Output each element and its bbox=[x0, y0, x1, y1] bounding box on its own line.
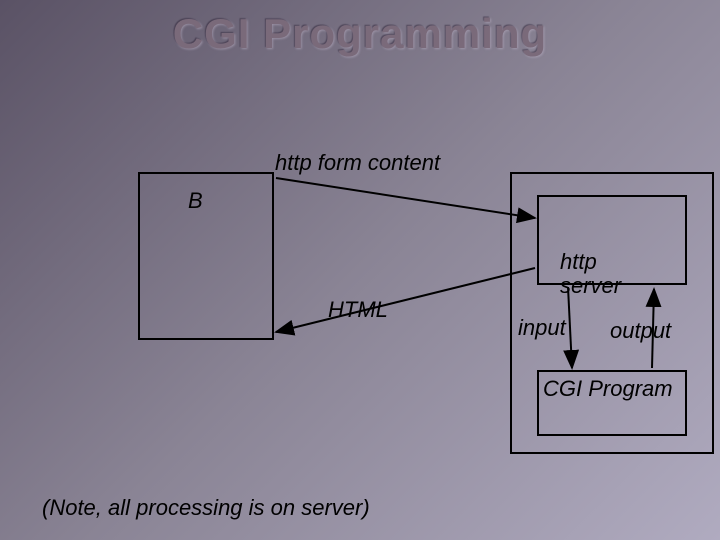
label-cgi-program: CGI Program bbox=[543, 376, 673, 402]
browser-box bbox=[138, 172, 274, 340]
label-browser: B bbox=[188, 188, 203, 214]
label-html: HTML bbox=[328, 297, 388, 323]
footer-note: (Note, all processing is on server) bbox=[42, 495, 370, 521]
label-http-server: http server bbox=[560, 250, 621, 298]
arrow-html bbox=[276, 268, 535, 332]
label-http-form-content: http form content bbox=[275, 150, 440, 176]
label-output: output bbox=[610, 318, 671, 344]
slide-title: CGI Programming bbox=[0, 10, 720, 58]
arrow-form-content bbox=[276, 178, 535, 218]
label-input: input bbox=[518, 315, 566, 341]
